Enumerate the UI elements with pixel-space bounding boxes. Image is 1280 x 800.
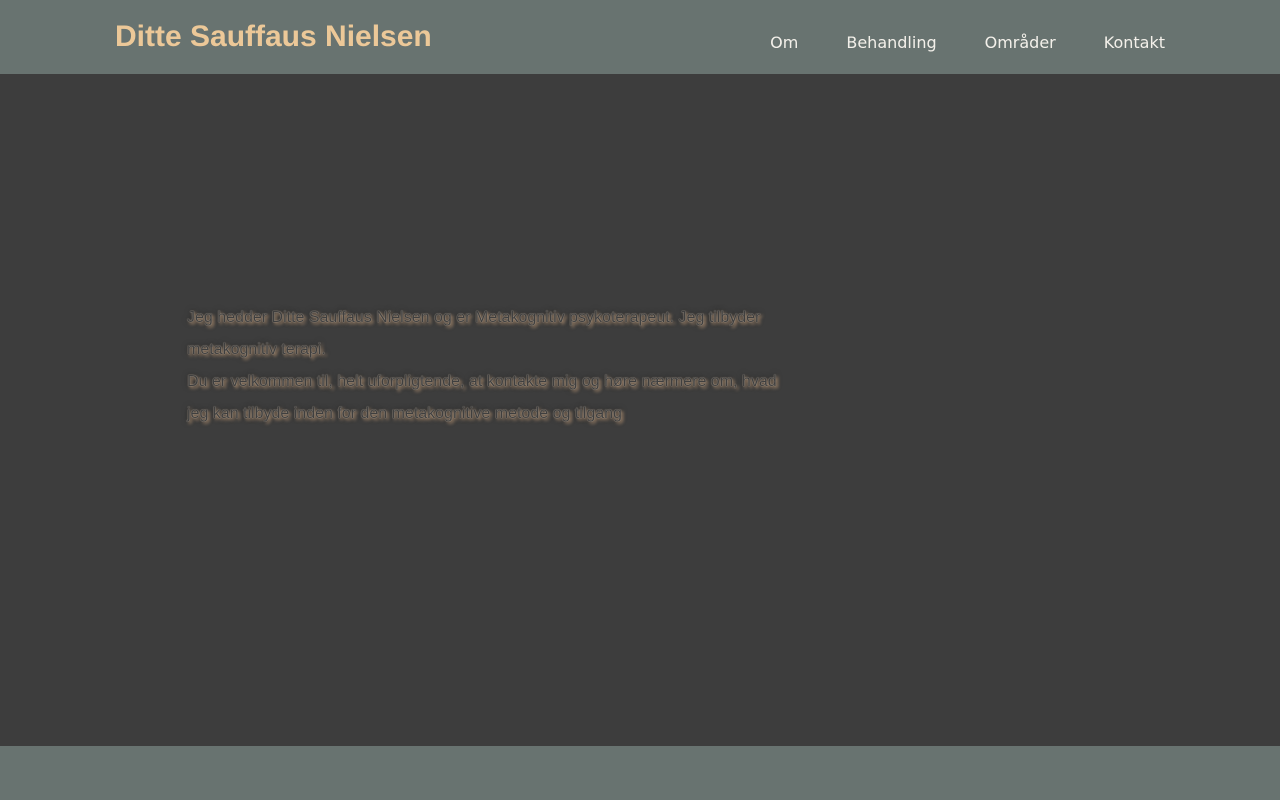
nav-item-kontakt[interactable]: Kontakt (1104, 31, 1165, 55)
hero-text: Jeg hedder Ditte Sauffaus Nielsen og er … (187, 302, 792, 430)
site-title[interactable]: Ditte Sauffaus Nielsen (115, 19, 432, 55)
nav-item-behandling[interactable]: Behandling (846, 31, 936, 55)
site-footer (0, 746, 1280, 800)
nav-item-omrader[interactable]: Områder (985, 31, 1056, 55)
hero-paragraph-contact: Du er velkommen til, helt uforpligtende,… (187, 373, 777, 422)
hero-paragraph-intro: Jeg hedder Ditte Sauffaus Nielsen og er … (187, 309, 761, 358)
nav-item-om[interactable]: Om (770, 31, 798, 55)
main-nav: Om Behandling Områder Kontakt (770, 31, 1165, 55)
site-header: Ditte Sauffaus Nielsen Om Behandling Omr… (0, 0, 1280, 74)
hero-section: Jeg hedder Ditte Sauffaus Nielsen og er … (0, 74, 1280, 746)
